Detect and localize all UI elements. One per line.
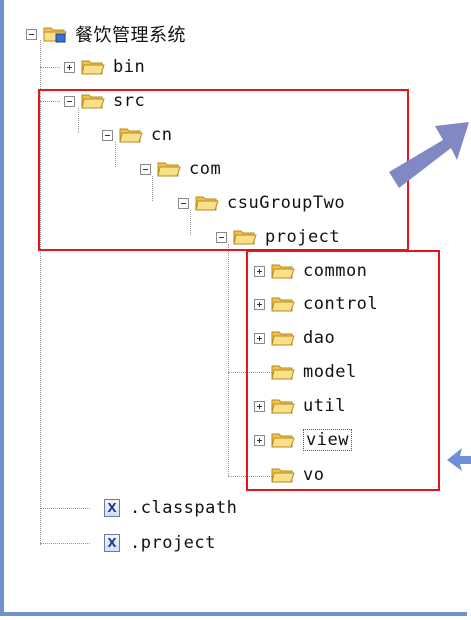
expand-toggle[interactable]	[64, 61, 75, 73]
tree-root[interactable]: 餐饮管理系统	[26, 20, 186, 48]
x-file-icon: X	[104, 499, 120, 517]
collapse-toggle[interactable]	[26, 28, 37, 40]
tree-guide-line	[228, 244, 229, 476]
arrow-top	[389, 122, 469, 188]
highlight-box-package-path	[38, 89, 409, 251]
tree-root-label: 餐饮管理系统	[75, 25, 186, 46]
tree-file-classpath[interactable]: X .classpath	[104, 494, 237, 522]
tree-guide-line	[40, 543, 90, 544]
folder-icon	[81, 60, 105, 75]
x-file-icon: X	[104, 534, 120, 552]
arrow-bottom	[447, 448, 471, 471]
tree-guide-line	[40, 67, 60, 68]
tree-file-label: .project	[130, 533, 216, 553]
tree-file-project[interactable]: X .project	[104, 529, 216, 557]
highlight-box-subpackages	[246, 250, 440, 491]
tree-file-label: .classpath	[130, 498, 238, 518]
tree-item-bin[interactable]: bin	[64, 53, 145, 81]
tree-guide-line	[40, 508, 90, 509]
tree-item-label: bin	[113, 57, 146, 77]
project-folder-icon	[43, 27, 67, 43]
